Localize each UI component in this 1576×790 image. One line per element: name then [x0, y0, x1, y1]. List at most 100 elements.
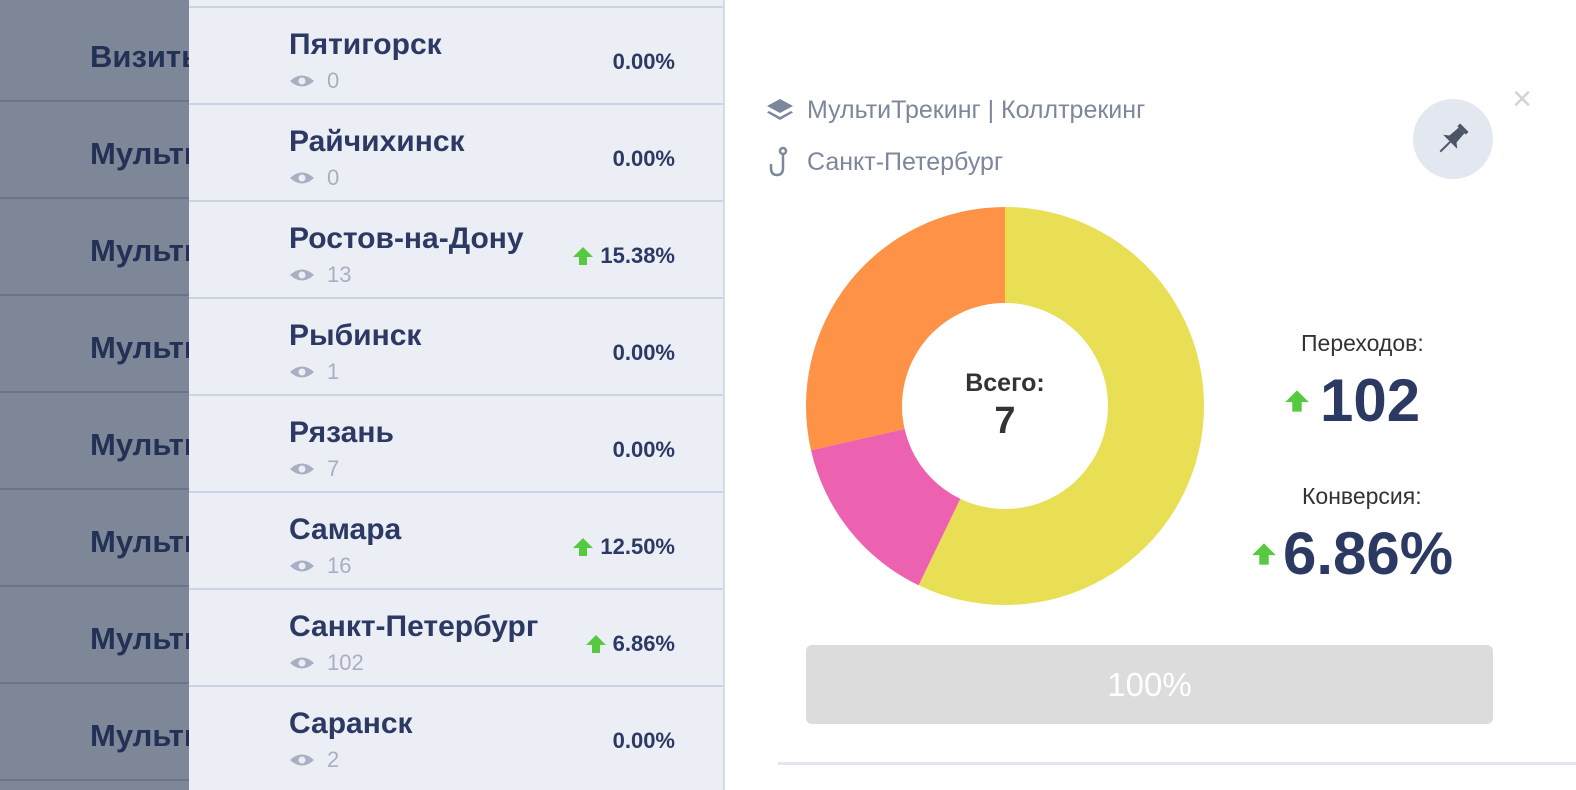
eye-icon: [290, 754, 314, 766]
breadcrumb-product: МультиТрекинг | Коллтрекинг: [765, 96, 1145, 125]
city-percent: 0.00%: [613, 340, 675, 366]
city-percent-value: 0.00%: [612, 340, 675, 365]
detail-panel: × МультиТрекинг | Коллтрекинг Санкт-Пете…: [727, 0, 1576, 790]
city-name: Рязань: [289, 416, 394, 449]
city-name: Райчихинск: [289, 125, 465, 158]
hook-icon: [769, 146, 788, 177]
arrow-up-icon: [1285, 389, 1309, 412]
background-row-label: Мульти: [90, 524, 189, 559]
city-percent-value: 12.50%: [600, 534, 675, 559]
city-views-count: 1: [327, 359, 340, 384]
background-table: Визиты Мульти Мульти Мульти Мульти Мульт…: [0, 0, 189, 790]
eye-icon: [290, 560, 314, 572]
city-name: Саранск: [289, 707, 413, 740]
city-percent-value: 6.86%: [612, 631, 675, 656]
eye-icon: [290, 463, 314, 475]
breadcrumb-city-label: Санкт-Петербург: [807, 147, 1004, 176]
transitions-label: Переходов:: [1301, 330, 1424, 356]
eye-icon: [290, 657, 314, 669]
city-views: 2: [289, 747, 339, 773]
city-row-selected[interactable]: Санкт-Петербург 102 6.86%: [189, 588, 723, 686]
arrow-up-icon: [1252, 542, 1276, 565]
background-row-label: Мульти: [90, 330, 189, 365]
background-row: Мульти: [0, 490, 189, 587]
city-views: 0: [289, 68, 339, 94]
city-views-count: 2: [327, 747, 340, 772]
city-percent-value: 0.00%: [612, 49, 675, 74]
background-row: Мульти: [0, 296, 189, 393]
city-views: 7: [289, 456, 339, 482]
transitions-stat: 102: [1284, 366, 1420, 435]
pin-button[interactable]: [1413, 99, 1493, 179]
city-percent-value: 0.00%: [612, 728, 675, 753]
transitions-value: 102: [1320, 367, 1421, 434]
background-row: Мульти: [0, 102, 189, 199]
city-percent: 0.00%: [613, 49, 675, 75]
background-row-label: Мульти: [90, 718, 189, 753]
city-row[interactable]: Рязань 7 0.00%: [189, 394, 723, 492]
donut-total-value: 7: [994, 400, 1016, 442]
donut-center: Всего: 7: [805, 206, 1205, 606]
eye-icon: [290, 366, 314, 378]
eye-icon: [290, 75, 314, 87]
conversion-label: Конверсия:: [1302, 483, 1422, 509]
city-name: Пятигорск: [289, 28, 442, 61]
city-name: Рыбинск: [289, 319, 422, 352]
background-row-label: Мульти: [90, 233, 189, 268]
city-list: Пятигорск 0 0.00% Райчихинск 0 0.00% Рос…: [189, 0, 725, 790]
pin-icon: [1439, 123, 1469, 153]
city-views: 1: [289, 359, 339, 385]
city-percent: 12.50%: [572, 534, 675, 560]
city-views: 102: [289, 650, 364, 676]
background-row-label: Мульти: [90, 427, 189, 462]
city-row[interactable]: Райчихинск 0 0.00%: [189, 103, 723, 201]
city-views-count: 13: [327, 262, 352, 287]
eye-icon: [290, 172, 314, 184]
arrow-up-icon: [585, 635, 606, 653]
conversion-value: 6.86%: [1283, 520, 1454, 587]
breadcrumb-product-label: МультиТрекинг | Коллтрекинг: [807, 96, 1146, 124]
city-percent: 0.00%: [613, 437, 675, 463]
city-views: 13: [289, 262, 351, 288]
background-row: Мульти: [0, 199, 189, 296]
donut-total-label: Всего:: [965, 369, 1045, 397]
close-button[interactable]: ×: [1507, 82, 1537, 116]
city-name: Самара: [289, 513, 402, 546]
city-row[interactable]: Саранск 2 0.00%: [189, 685, 723, 783]
city-percent-value: 0.00%: [612, 146, 675, 171]
city-percent: 6.86%: [585, 631, 675, 657]
progress-label: 100%: [1107, 665, 1192, 703]
city-row[interactable]: Ростов-на-Дону 13 15.38%: [189, 200, 723, 298]
city-views: 0: [289, 165, 339, 191]
arrow-up-icon: [573, 538, 594, 556]
layers-icon: [767, 98, 793, 120]
city-row[interactable]: Рыбинск 1 0.00%: [189, 297, 723, 395]
city-name: Санкт-Петербург: [289, 610, 539, 643]
city-row[interactable]: Пятигорск 0 0.00%: [189, 6, 723, 104]
background-row: Мульти: [0, 393, 189, 490]
city-views: 16: [289, 553, 351, 579]
city-views-count: 102: [327, 650, 364, 675]
progress-bar: 100%: [806, 645, 1493, 724]
eye-icon: [290, 269, 314, 281]
city-views-count: 16: [327, 553, 352, 578]
arrow-up-icon: [573, 247, 594, 265]
donut-chart: Всего: 7: [805, 206, 1205, 606]
background-row-label: Визиты: [90, 39, 189, 74]
city-percent: 0.00%: [613, 728, 675, 754]
city-row[interactable]: Самара 16 12.50%: [189, 491, 723, 589]
background-row: Мульти: [0, 587, 189, 684]
city-name: Ростов-на-Дону: [289, 222, 524, 255]
conversion-stat: 6.86%: [1251, 519, 1453, 588]
city-percent-value: 15.38%: [600, 243, 675, 268]
background-row: Мульти: [0, 684, 189, 781]
city-views-count: 7: [327, 456, 340, 481]
background-row: Визиты: [0, 5, 189, 102]
city-percent: 15.38%: [572, 243, 675, 269]
breadcrumb-city: Санкт-Петербург: [765, 146, 1003, 178]
city-views-count: 0: [327, 68, 340, 93]
background-row-label: Мульти: [90, 621, 189, 656]
city-percent-value: 0.00%: [612, 437, 675, 462]
background-row-label: Мульти: [90, 136, 189, 171]
divider: [778, 762, 1576, 765]
